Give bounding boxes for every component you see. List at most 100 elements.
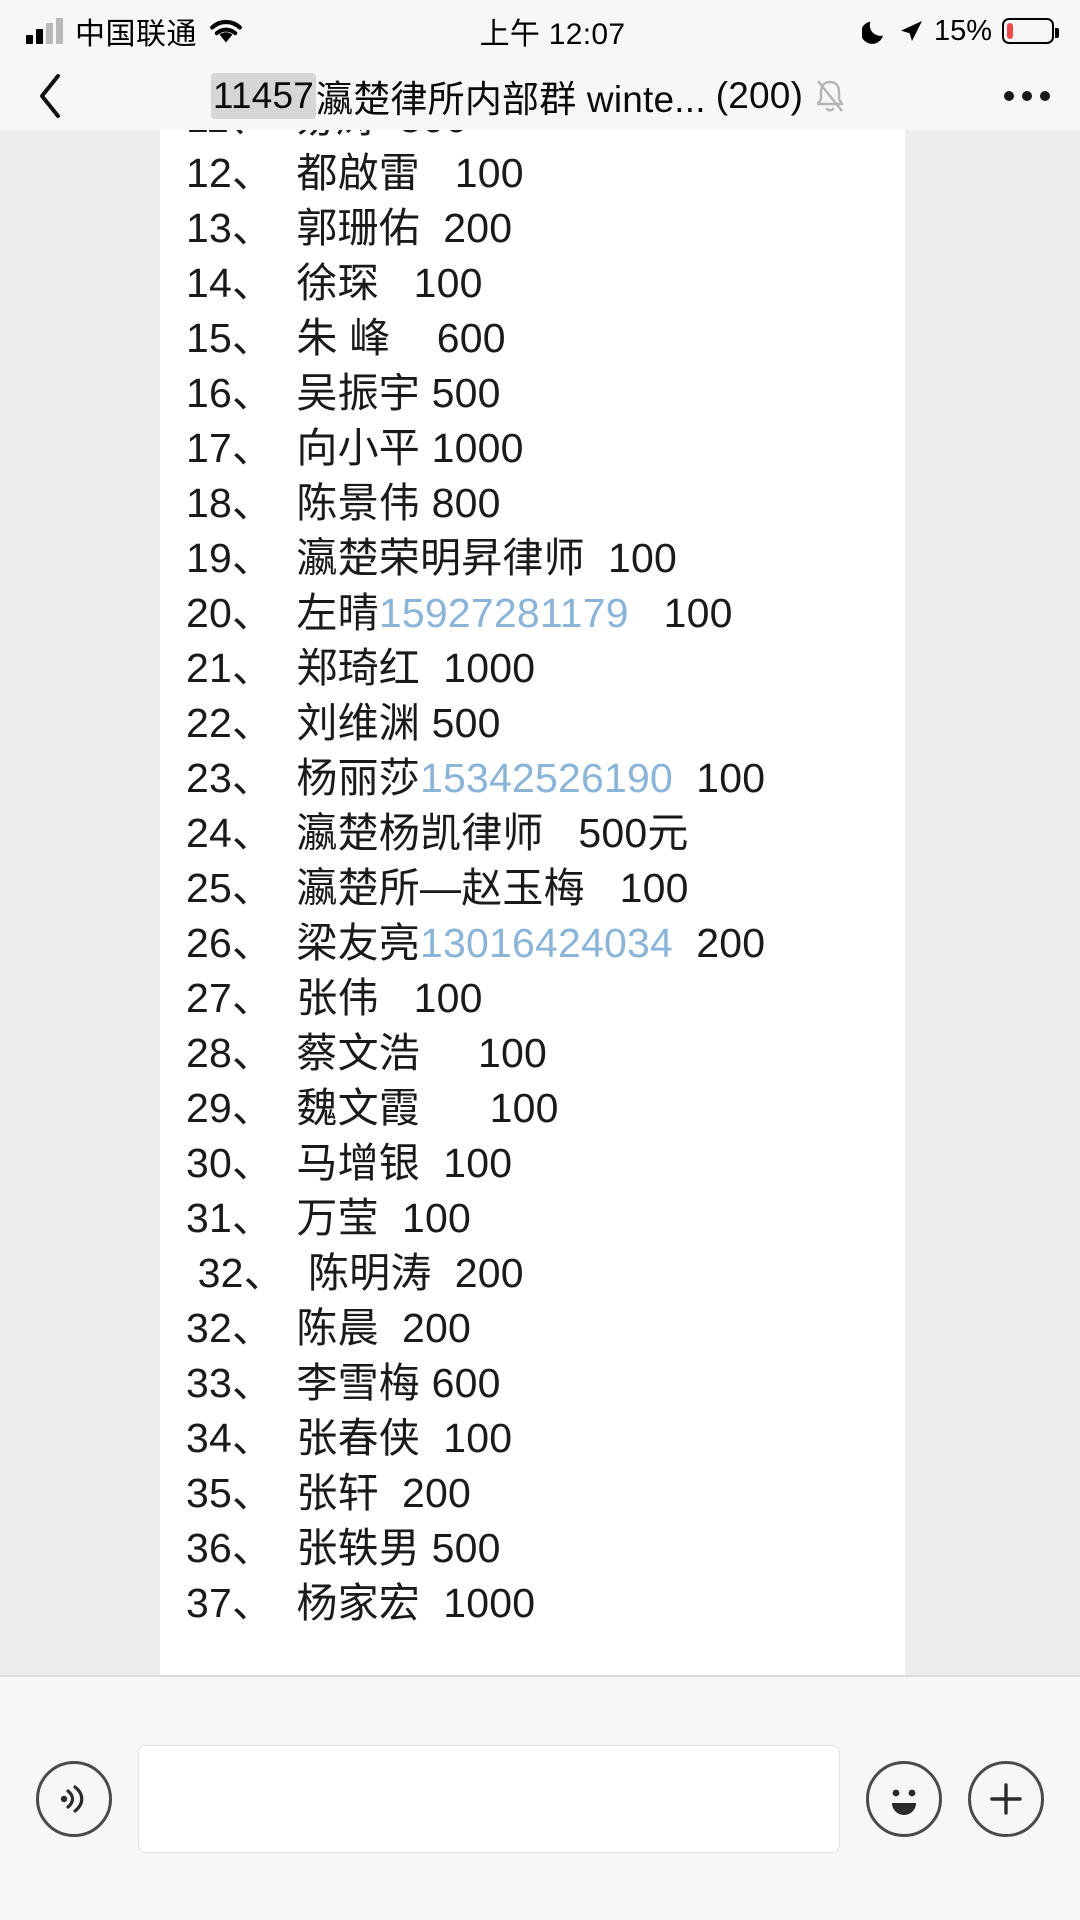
back-chevron-icon[interactable]	[30, 72, 70, 120]
message-input[interactable]	[138, 1744, 840, 1853]
donor-name: 张春侠	[296, 1415, 421, 1461]
donor-name: 陈晨	[296, 1305, 379, 1351]
donor-name: 梁友亮	[296, 920, 421, 966]
battery-percent-label: 15%	[933, 14, 992, 47]
line-number: 28、	[186, 1030, 274, 1076]
message-line: 22、 刘维渊 500	[160, 696, 905, 751]
phone-number-link[interactable]: 15927281179	[379, 590, 629, 636]
donation-amount: 1000	[431, 425, 524, 471]
donor-name: 郑琦红	[296, 645, 421, 691]
donation-amount: 100	[413, 975, 483, 1021]
input-bar-actions	[866, 1760, 1044, 1837]
line-number: 22、	[186, 700, 274, 746]
donation-amount: 100	[477, 1030, 547, 1076]
moon-icon	[860, 18, 888, 44]
location-arrow-icon	[898, 18, 924, 44]
message-line: 37、 杨家宏 1000	[160, 1576, 905, 1631]
more-dots-icon[interactable]	[1004, 91, 1050, 101]
line-number: 30、	[186, 1140, 274, 1186]
donation-amount: 100	[696, 755, 766, 801]
plus-icon[interactable]	[968, 1760, 1044, 1837]
donation-amount: 500	[431, 700, 501, 746]
donor-name: 瀛楚所—赵玉梅	[296, 865, 585, 911]
message-line: 26、 梁友亮13016424034 200	[160, 916, 905, 971]
line-number: 37、	[186, 1580, 274, 1626]
chat-title-main: 瀛楚律所内部群 winte...	[316, 79, 706, 120]
donation-amount: 1000	[443, 645, 536, 691]
donation-amount: 200	[454, 1250, 524, 1296]
donor-name: 朱 峰	[296, 315, 391, 361]
voice-wave-icon[interactable]	[36, 1760, 112, 1837]
line-number: 13、	[186, 205, 274, 251]
donation-amount: 100	[413, 260, 483, 306]
donation-amount: 100	[402, 1195, 472, 1241]
donation-amount: 100	[619, 865, 689, 911]
message-line: 33、 李雪梅 600	[160, 1356, 905, 1411]
donor-name: 瀛楚荣明昇律师	[296, 535, 585, 581]
line-number: 20、	[186, 590, 274, 636]
donation-amount: 100	[443, 1415, 513, 1461]
smiley-face-icon[interactable]	[866, 1760, 942, 1837]
line-number: 25、	[186, 865, 274, 911]
donation-amount: 200	[443, 205, 513, 251]
line-number: 36、	[186, 1525, 274, 1571]
message-line: 18、 陈景伟 800	[160, 476, 905, 531]
chat-title[interactable]: 11457 瀛楚律所内部群 winte... (200)	[80, 69, 978, 123]
donor-name: 易涛	[293, 130, 375, 141]
message-line: 29、 魏文霞 100	[160, 1081, 905, 1136]
donor-name: 杨丽莎	[296, 755, 421, 801]
message-line: 13、 郭珊佑 200	[160, 201, 905, 256]
donor-name: 徐琛	[296, 260, 379, 306]
donor-name: 万莹	[296, 1195, 379, 1241]
wifi-icon	[209, 18, 243, 44]
line-number: 26、	[186, 920, 274, 966]
donor-name: 魏文霞	[296, 1085, 421, 1131]
message-bubble[interactable]: 10、 易涛， 50011、 易涛 50012、 都啟雷 10013、 郭珊佑 …	[160, 130, 905, 1675]
clock-label: 上午 12:07	[479, 18, 626, 51]
message-line: 28、 蔡文浩 100	[160, 1026, 905, 1081]
message-line: 31、 万莹 100	[160, 1191, 905, 1246]
donation-amount: 100	[443, 1140, 513, 1186]
message-line: 14、 徐琛 100	[160, 256, 905, 311]
donation-amount: 100	[454, 150, 524, 196]
message-line: 20、 左晴15927281179 100	[160, 586, 905, 641]
phone-number-link[interactable]: 13016424034	[420, 920, 673, 966]
donor-name: 张伟	[296, 975, 379, 1021]
message-line: 19、 瀛楚荣明昇律师 100	[160, 531, 905, 586]
donor-name: 马增银	[296, 1140, 421, 1186]
line-number: 24、	[186, 810, 274, 856]
status-bar-left: 中国联通	[26, 9, 243, 53]
line-number: 34、	[186, 1415, 274, 1461]
phone-number-link[interactable]: 15342526190	[420, 755, 673, 801]
line-number: 21、	[186, 645, 274, 691]
chat-message-area[interactable]: 10、 易涛， 50011、 易涛 50012、 都啟雷 10013、 郭珊佑 …	[0, 130, 1080, 1675]
line-number: 23、	[186, 755, 274, 801]
message-line: 25、 瀛楚所—赵玉梅 100	[160, 861, 905, 916]
message-line: 23、 杨丽莎15342526190 100	[160, 751, 905, 806]
message-line: 35、 张轩 200	[160, 1466, 905, 1521]
